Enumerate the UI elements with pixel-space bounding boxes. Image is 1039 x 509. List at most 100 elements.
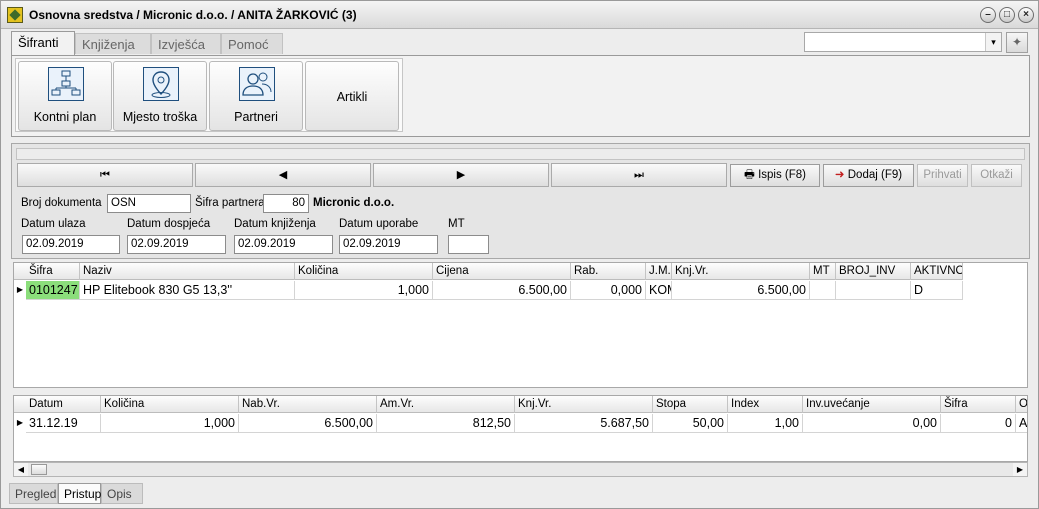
- tab-pristup[interactable]: Pristup: [58, 483, 101, 504]
- cell-cijena[interactable]: 6.500,00: [433, 281, 571, 300]
- next-record-button[interactable]: ▶: [373, 163, 549, 187]
- title-bar: Osnovna sredstva / Micronic d.o.o. / ANI…: [1, 1, 1038, 29]
- cell-mt[interactable]: [810, 281, 836, 300]
- cell-datum[interactable]: 31.12.19: [26, 414, 101, 433]
- broj-dokumenta-field[interactable]: OSN: [107, 194, 191, 213]
- partneri-label: Partneri: [234, 110, 278, 124]
- mt-label: MT: [448, 218, 465, 230]
- datum-dospijeca-label: Datum dospjeća: [127, 218, 211, 230]
- last-record-button[interactable]: ⏭: [551, 163, 727, 187]
- document-panel: ⏮ ◀ ▶ ⏭ 🖶 Ispis (F8) ➜ Dodaj (F9) Prihva…: [11, 143, 1030, 259]
- artikli-label: Artikli: [336, 90, 368, 104]
- datum-ulaza-field[interactable]: 02.09.2019: [22, 235, 120, 254]
- amortization-grid: Datum Količina Nab.Vr. Am.Vr. Knj.Vr. St…: [13, 395, 1028, 462]
- col-amvr[interactable]: Am.Vr.: [377, 396, 515, 413]
- cell-index[interactable]: 1,00: [728, 414, 803, 433]
- col-jm[interactable]: J.M.: [646, 263, 672, 280]
- add-label: Dodaj (F9): [847, 169, 903, 181]
- items-grid-header: Šifra Naziv Količina Cijena Rab. J.M. Kn…: [14, 263, 963, 280]
- cell-jm[interactable]: KOM: [646, 281, 672, 300]
- tab-knjizenja[interactable]: Knjiženja: [75, 33, 151, 54]
- ribbon: Kontni plan Mjesto troška Partneri Artik…: [11, 55, 1030, 137]
- scroll-right-icon[interactable]: ▶: [1013, 463, 1027, 476]
- col-index[interactable]: Index: [728, 396, 803, 413]
- sifra-partnera-label: Šifra partnera: [195, 197, 265, 209]
- horizontal-scrollbar[interactable]: ◀ ▶: [13, 462, 1028, 477]
- cell-inv-uvecanje[interactable]: 0,00: [803, 414, 941, 433]
- sifra-partnera-field[interactable]: 80: [263, 194, 309, 213]
- col-sifra[interactable]: Šifra: [941, 396, 1016, 413]
- search-combo[interactable]: ▾: [804, 32, 1002, 52]
- mjesto-troska-button[interactable]: Mjesto troška: [113, 61, 207, 131]
- partneri-button[interactable]: Partneri: [209, 61, 303, 131]
- col-sifra[interactable]: Šifra: [26, 263, 80, 280]
- mt-field[interactable]: [448, 235, 489, 254]
- cell-knjvr[interactable]: 5.687,50: [515, 414, 653, 433]
- maximize-button[interactable]: □: [999, 7, 1015, 23]
- cell-kolicina[interactable]: 1,000: [295, 281, 433, 300]
- row-pointer-icon: ▶: [16, 418, 24, 427]
- partner-name: Micronic d.o.o.: [313, 197, 395, 209]
- kontni-plan-button[interactable]: Kontni plan: [18, 61, 112, 131]
- location-pin-icon: [143, 67, 179, 101]
- scroll-thumb[interactable]: [31, 464, 47, 475]
- tab-izvjesca[interactable]: Izvješća: [151, 33, 221, 54]
- col-mt[interactable]: MT: [810, 263, 836, 280]
- close-button[interactable]: ×: [1018, 7, 1034, 23]
- print-label: Ispis (F8): [758, 169, 806, 181]
- window-title: Osnovna sredstva / Micronic d.o.o. / ANI…: [29, 8, 357, 22]
- cell-naziv[interactable]: HP Elitebook 830 G5 13,3'': [80, 281, 295, 300]
- prev-record-button[interactable]: ◀: [195, 163, 371, 187]
- scroll-left-icon[interactable]: ◀: [14, 463, 28, 476]
- dropdown-arrow-icon[interactable]: ▾: [985, 33, 1001, 51]
- printer-icon: 🖶: [744, 169, 759, 181]
- cell-kolicina[interactable]: 1,000: [101, 414, 239, 433]
- col-inv-uvecanje[interactable]: Inv.uvećanje: [803, 396, 941, 413]
- col-cijena[interactable]: Cijena: [433, 263, 571, 280]
- artikli-button[interactable]: Artikli: [305, 61, 399, 131]
- col-broj-inv[interactable]: BROJ_INV: [836, 263, 911, 280]
- cell-stopa[interactable]: 50,00: [653, 414, 728, 433]
- row-pointer-icon: ▶: [16, 285, 24, 294]
- datum-uporabe-field[interactable]: 02.09.2019: [339, 235, 438, 254]
- tab-opis[interactable]: Opis: [101, 483, 143, 504]
- tab-sifranti[interactable]: Šifranti: [11, 31, 75, 55]
- cancel-button[interactable]: Otkaži: [971, 164, 1022, 187]
- ribbon-group-sifranti: Kontni plan Mjesto troška Partneri Artik…: [15, 58, 403, 132]
- add-document-icon: ➜: [834, 169, 848, 181]
- col-datum[interactable]: Datum: [26, 396, 101, 413]
- datum-knjizenja-field[interactable]: 02.09.2019: [234, 235, 333, 254]
- minimize-button[interactable]: –: [980, 7, 996, 23]
- items-grid: Šifra Naziv Količina Cijena Rab. J.M. Kn…: [13, 262, 1028, 388]
- app-logo-icon: [7, 7, 23, 23]
- col-o[interactable]: O: [1016, 396, 1027, 413]
- cell-nabvr[interactable]: 6.500,00: [239, 414, 377, 433]
- col-knjvr[interactable]: Knj.Vr.: [672, 263, 810, 280]
- col-kolicina[interactable]: Količina: [101, 396, 239, 413]
- col-rab[interactable]: Rab.: [571, 263, 646, 280]
- col-stopa[interactable]: Stopa: [653, 396, 728, 413]
- col-kolicina[interactable]: Količina: [295, 263, 433, 280]
- cell-rab[interactable]: 0,000: [571, 281, 646, 300]
- cell-o[interactable]: A: [1016, 414, 1027, 433]
- cell-sifra[interactable]: 0101247: [26, 281, 80, 300]
- add-button[interactable]: ➜ Dodaj (F9): [823, 164, 914, 187]
- datum-dospijeca-field[interactable]: 02.09.2019: [127, 235, 226, 254]
- cell-amvr[interactable]: 812,50: [377, 414, 515, 433]
- col-aktivno[interactable]: AKTIVNO: [911, 263, 963, 280]
- cell-broj-inv[interactable]: [836, 281, 911, 300]
- col-naziv[interactable]: Naziv: [80, 263, 295, 280]
- tab-pomoc[interactable]: Pomoć: [221, 33, 283, 54]
- pin-icon[interactable]: ✦: [1006, 32, 1028, 53]
- print-button[interactable]: 🖶 Ispis (F8): [730, 164, 820, 187]
- col-knjvr[interactable]: Knj.Vr.: [515, 396, 653, 413]
- cell-aktivno[interactable]: D: [911, 281, 963, 300]
- accept-button[interactable]: Prihvati: [917, 164, 968, 187]
- col-nabvr[interactable]: Nab.Vr.: [239, 396, 377, 413]
- cell-knjvr[interactable]: 6.500,00: [672, 281, 810, 300]
- datum-ulaza-label: Datum ulaza: [21, 218, 86, 230]
- cell-sifra[interactable]: 0: [941, 414, 1016, 433]
- tab-pregled[interactable]: Pregled: [9, 483, 58, 504]
- first-record-button[interactable]: ⏮: [17, 163, 193, 187]
- datum-uporabe-label: Datum uporabe: [339, 218, 419, 230]
